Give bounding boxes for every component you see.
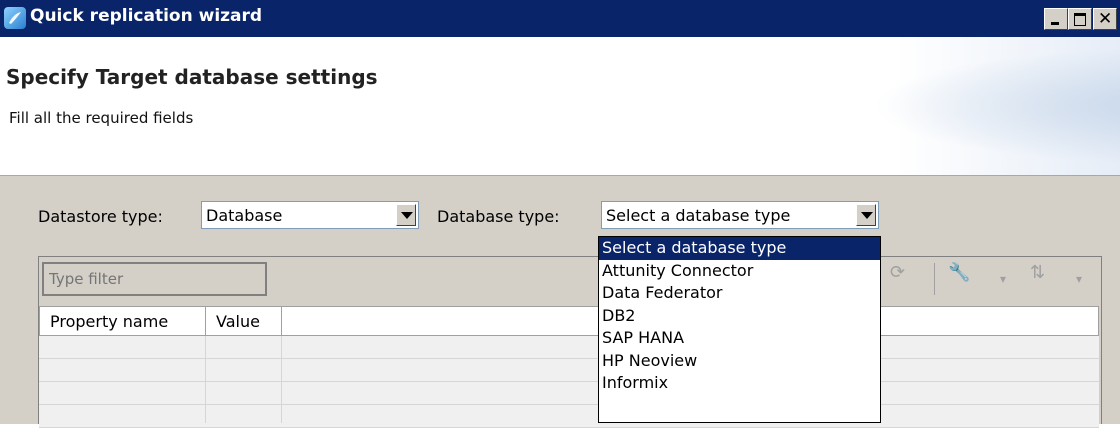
type-filter-input[interactable] — [47, 269, 261, 289]
table-row[interactable] — [39, 382, 1099, 405]
page-subtitle: Fill all the required fields — [9, 109, 194, 127]
type-filter-field[interactable] — [42, 262, 267, 296]
column-divider — [281, 336, 282, 423]
database-type-select[interactable]: Select a database type — [601, 201, 879, 229]
column-header-value[interactable]: Value — [205, 306, 282, 336]
database-type-value: Select a database type — [606, 206, 791, 225]
datastore-type-label: Datastore type: — [38, 207, 163, 226]
wrench-icon[interactable]: 🔧 — [948, 262, 970, 283]
column-divider — [205, 336, 206, 423]
page-title-prefix: Specify — [6, 65, 89, 89]
dropdown-option[interactable]: Informix — [599, 372, 880, 395]
datastore-type-select[interactable]: Database — [201, 201, 419, 229]
table-row[interactable] — [39, 405, 1099, 428]
header-decoration — [820, 37, 1120, 175]
close-button[interactable]: ✕ — [1093, 8, 1117, 30]
sort-icon[interactable]: ⇅ — [1030, 262, 1045, 283]
app-icon — [4, 7, 26, 29]
dropdown-option[interactable]: SAP HANA — [599, 327, 880, 350]
dropdown-option[interactable]: Data Federator — [599, 282, 880, 305]
database-type-label: Database type: — [437, 207, 560, 226]
minimize-button[interactable] — [1044, 8, 1068, 30]
chevron-down-icon[interactable] — [856, 204, 876, 226]
dropdown-option[interactable]: HP Neoview — [599, 350, 880, 373]
chevron-down-icon[interactable]: ▾ — [1000, 272, 1006, 286]
title-bar: Quick replication wizard ✕ — [0, 0, 1120, 37]
window-title: Quick replication wizard — [30, 6, 263, 26]
dropdown-option[interactable]: Select a database type — [599, 237, 880, 260]
minimize-icon — [1051, 22, 1059, 25]
datastore-type-value: Database — [206, 206, 283, 225]
chevron-down-icon[interactable] — [396, 204, 416, 226]
close-icon: ✕ — [1098, 9, 1113, 29]
page-title-main: Target database settings — [95, 65, 378, 89]
database-type-dropdown-list[interactable]: Select a database type Attunity Connecto… — [598, 236, 881, 423]
chevron-down-icon[interactable]: ▾ — [1076, 272, 1082, 286]
dropdown-option[interactable]: Attunity Connector — [599, 260, 880, 283]
table-row[interactable] — [39, 336, 1099, 359]
dropdown-option[interactable]: DB2 — [599, 305, 880, 328]
column-header-property-name[interactable]: Property name — [39, 306, 206, 336]
maximize-icon — [1074, 13, 1086, 26]
page-title: Specify Target database settings — [6, 65, 378, 89]
table-row[interactable] — [39, 359, 1099, 382]
maximize-button[interactable] — [1068, 8, 1092, 30]
reset-filter-icon[interactable]: ⟳ — [890, 262, 905, 283]
toolbar-separator — [934, 263, 935, 295]
